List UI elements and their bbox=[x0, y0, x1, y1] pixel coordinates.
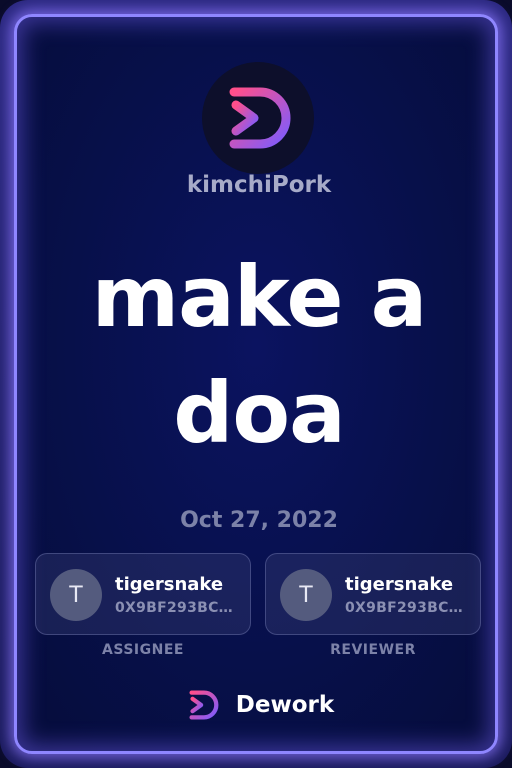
reviewer-name: tigersnake bbox=[345, 574, 454, 595]
avatar: T bbox=[280, 569, 332, 621]
dework-logo-icon bbox=[189, 690, 219, 720]
task-date: Oct 27, 2022 bbox=[180, 508, 338, 533]
task-title-line: doa bbox=[173, 364, 346, 462]
dework-logo-icon bbox=[229, 87, 291, 149]
task-card: kimchiPork make a doa Oct 27, 2022 T tig… bbox=[14, 14, 498, 754]
reviewer-role-label: REVIEWER bbox=[330, 642, 416, 658]
organization-name: kimchiPork bbox=[186, 172, 332, 198]
avatar: T bbox=[50, 569, 102, 621]
reviewer-card[interactable]: T tigersnake 0X9BF293BC… bbox=[265, 553, 481, 635]
assignee-role-label: ASSIGNEE bbox=[102, 642, 184, 658]
assignee-address: 0X9BF293BC… bbox=[115, 600, 233, 616]
page-background: kimchiPork make a doa Oct 27, 2022 T tig… bbox=[0, 0, 512, 768]
organization-logo bbox=[202, 62, 314, 174]
task-title-line: make a bbox=[91, 248, 428, 346]
reviewer-address: 0X9BF293BC… bbox=[345, 600, 463, 616]
assignee-card[interactable]: T tigersnake 0X9BF293BC… bbox=[35, 553, 251, 635]
assignee-name: tigersnake bbox=[115, 574, 224, 595]
footer-brand-name: Dework bbox=[235, 692, 335, 718]
footer-brand-link[interactable]: Dework bbox=[17, 685, 501, 725]
task-title: make a doa bbox=[17, 239, 501, 471]
